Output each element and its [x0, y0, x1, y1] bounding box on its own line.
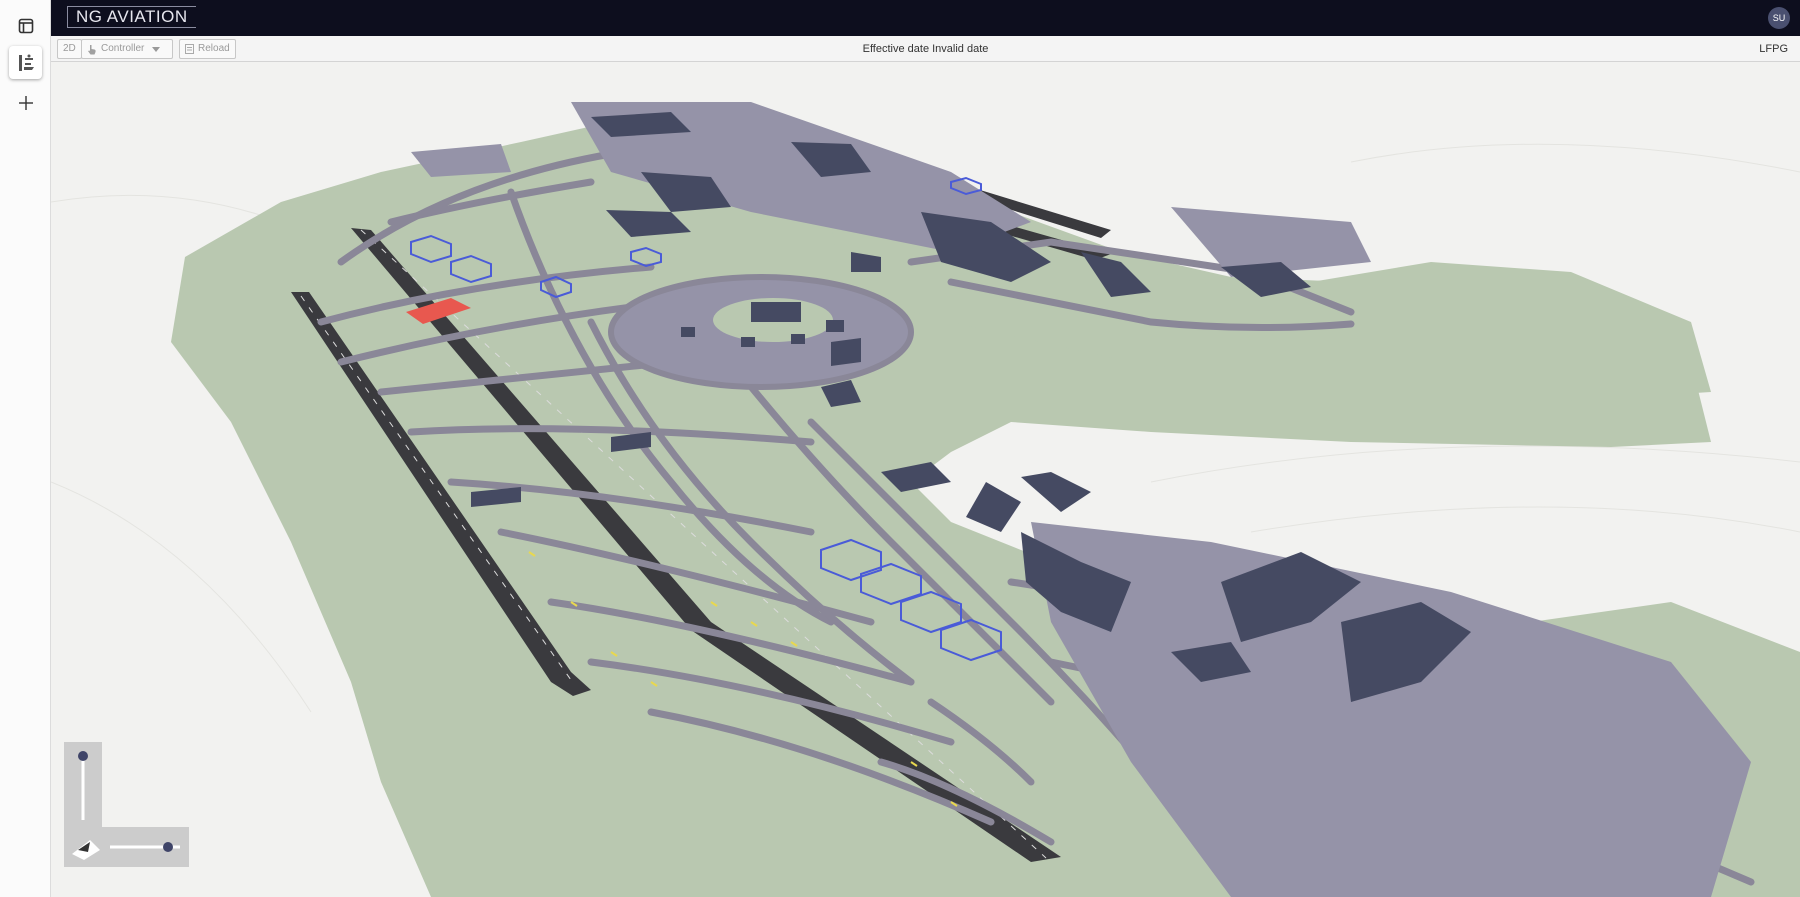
brand-logo: NG AVIATION	[67, 6, 196, 28]
layout-panel-button[interactable]	[9, 9, 42, 42]
left-sidebar	[0, 0, 51, 897]
map-toolbar: Effective date Invalid date 2D Controlle…	[51, 36, 1800, 62]
camera-tilt-widget[interactable]	[64, 742, 204, 882]
rotate-handle-icon[interactable]	[163, 842, 173, 852]
airport-map-button[interactable]	[9, 46, 42, 79]
app-header: NG AVIATION SU	[51, 0, 1800, 36]
view-mode-label: 2D	[63, 43, 76, 54]
layout-panel-icon	[18, 18, 33, 33]
role-label: Controller	[101, 43, 145, 54]
view-mode-button[interactable]: 2D	[57, 39, 82, 59]
add-button[interactable]	[9, 86, 42, 119]
airport-code: LFPG	[1759, 43, 1788, 55]
airport-3d-map[interactable]	[51, 62, 1800, 897]
effective-date-label: Effective date Invalid date	[862, 43, 989, 55]
airport-map-icon	[18, 54, 34, 71]
reload-label: Reload	[198, 43, 230, 54]
caret-down-icon	[152, 46, 161, 52]
tilt-handle-icon[interactable]	[78, 751, 88, 761]
reload-icon	[185, 44, 194, 54]
plus-icon	[18, 95, 33, 110]
role-dropdown[interactable]: Controller	[81, 39, 173, 59]
tilt-control[interactable]	[64, 742, 204, 882]
terminal-central	[608, 274, 914, 390]
reload-button[interactable]: Reload	[179, 39, 236, 59]
map-canvas[interactable]	[51, 62, 1800, 897]
hand-pointer-icon	[88, 44, 96, 54]
user-avatar[interactable]: SU	[1768, 7, 1790, 29]
